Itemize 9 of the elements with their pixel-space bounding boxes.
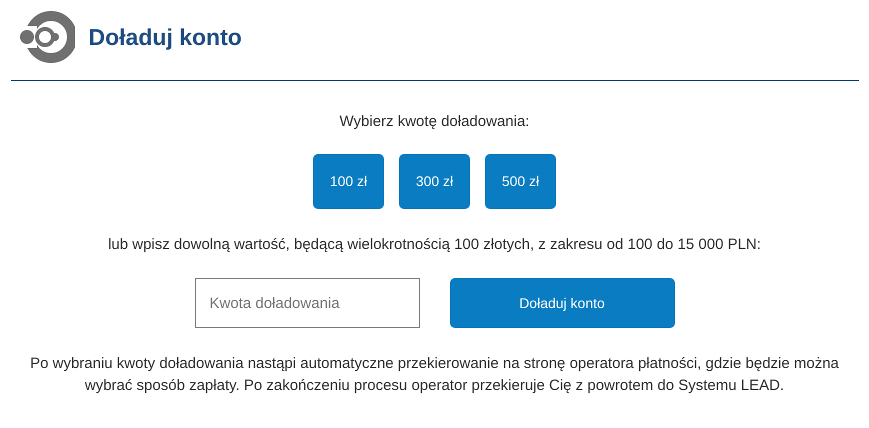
amount-button[interactable]: 300 zł (399, 154, 470, 208)
redirect-note: Po wybraniu kwoty doładowania nastąpi automatyczne przekierowanie na stronę operatora płatności, gdzie będzie można wybrać sposób zapłaty. Po zakończeniu procesu operator przekieruje Cię z powrotem do Systemu LEAD. (29, 354, 840, 396)
amount-prompt: Wybierz kwotę doładowania: (340, 112, 530, 132)
amount-button[interactable]: 500 zł (485, 154, 556, 208)
custom-amount-hint: lub wpisz dowolną wartość, będącą wielokrotnością 100 złotych, z zakresu od 100 do 15 000 PLN: (108, 234, 761, 254)
top-up-button[interactable]: Doładuj konto (450, 278, 674, 328)
amount-button[interactable]: 100 zł (313, 154, 384, 208)
amount-input[interactable]: Kwota doładowania (194, 278, 420, 328)
page-title: Doładuj konto (88, 22, 242, 52)
